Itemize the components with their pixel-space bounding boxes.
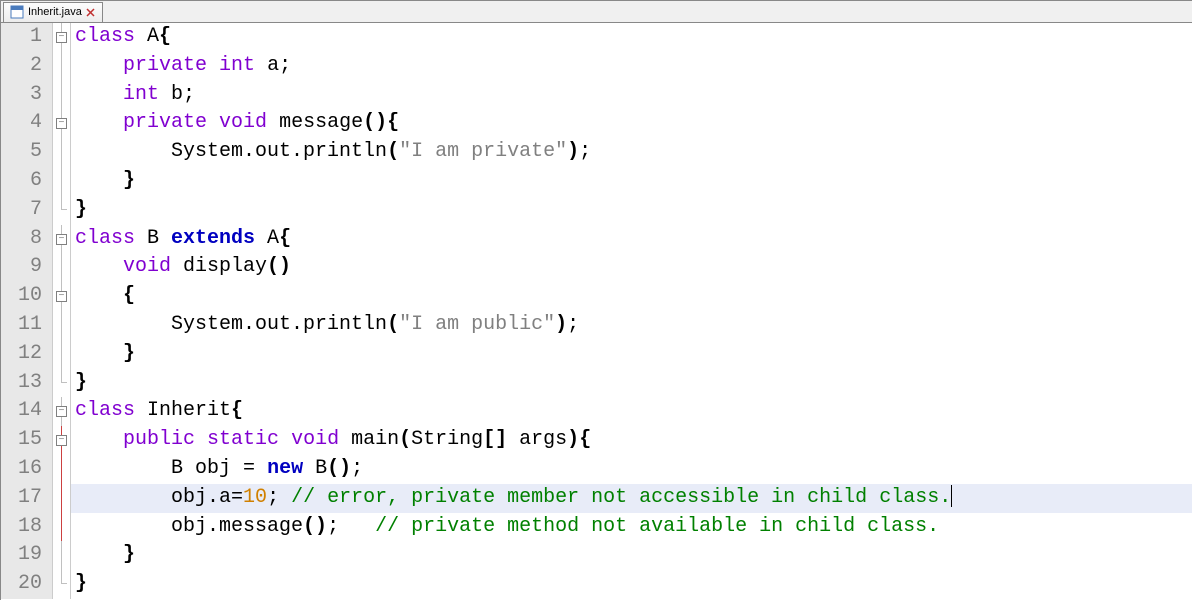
line-number: 9 [1,253,53,282]
code-line: 2 private int a; [1,52,1192,81]
line-number: 10 [1,282,53,311]
fold-gutter [53,340,71,369]
line-number: 11 [1,311,53,340]
line-number: 13 [1,369,53,398]
code-line: 11 System.out.println("I am public"); [1,311,1192,340]
code-line: 14 − class Inherit{ [1,397,1192,426]
fold-minus-icon[interactable]: − [56,291,67,302]
fold-gutter [53,311,71,340]
code-text[interactable]: } [71,340,1192,369]
close-icon[interactable] [86,7,96,17]
code-text[interactable]: void display() [71,253,1192,282]
code-text[interactable]: System.out.println("I am private"); [71,138,1192,167]
code-text[interactable]: private void message(){ [71,109,1192,138]
code-line: 10 − { [1,282,1192,311]
tab-bar: Inherit.java [1,1,1192,23]
line-number: 16 [1,455,53,484]
line-number: 15 [1,426,53,455]
fold-minus-icon[interactable]: − [56,32,67,43]
tab-inherit-java[interactable]: Inherit.java [3,2,103,22]
line-number: 6 [1,167,53,196]
fold-minus-icon[interactable]: − [56,406,67,417]
code-line: 1 − class A{ [1,23,1192,52]
code-text[interactable]: } [71,369,1192,398]
line-number: 5 [1,138,53,167]
code-text[interactable]: private int a; [71,52,1192,81]
code-text[interactable]: public static void main(String[] args){ [71,426,1192,455]
line-number: 19 [1,541,53,570]
fold-gutter [53,369,71,398]
code-line: 16 B obj = new B(); [1,455,1192,484]
fold-gutter [53,541,71,570]
line-number: 8 [1,225,53,254]
code-line: 9 void display() [1,253,1192,282]
code-text[interactable]: } [71,541,1192,570]
code-line: 8 − class B extends A{ [1,225,1192,254]
code-line: 17 obj.a=10; // error, private member no… [1,484,1192,513]
fold-gutter[interactable]: − [53,225,71,254]
fold-gutter[interactable]: − [53,109,71,138]
code-line: 3 int b; [1,81,1192,110]
fold-gutter [53,513,71,542]
code-text[interactable]: class Inherit{ [71,397,1192,426]
fold-gutter[interactable]: − [53,282,71,311]
tab-label: Inherit.java [28,6,82,18]
fold-gutter [53,253,71,282]
java-file-icon [10,5,24,19]
text-caret [951,485,952,507]
line-number: 1 [1,23,53,52]
code-line: 13 } [1,369,1192,398]
line-number: 18 [1,513,53,542]
code-text[interactable]: } [71,196,1192,225]
code-line: 5 System.out.println("I am private"); [1,138,1192,167]
line-number: 4 [1,109,53,138]
fold-gutter[interactable]: − [53,397,71,426]
line-number: 7 [1,196,53,225]
code-text[interactable]: int b; [71,81,1192,110]
line-number: 12 [1,340,53,369]
code-text-current-line[interactable]: obj.a=10; // error, private member not a… [71,484,1192,513]
code-text[interactable]: System.out.println("I am public"); [71,311,1192,340]
fold-gutter[interactable]: − [53,23,71,52]
code-text[interactable]: class A{ [71,23,1192,52]
code-line: 12 } [1,340,1192,369]
code-line: 4 − private void message(){ [1,109,1192,138]
line-number: 2 [1,52,53,81]
fold-gutter [53,167,71,196]
code-line: 18 obj.message(); // private method not … [1,513,1192,542]
code-text[interactable]: } [71,167,1192,196]
line-number: 3 [1,81,53,110]
fold-gutter [53,484,71,513]
line-number: 17 [1,484,53,513]
line-number: 14 [1,397,53,426]
line-number: 20 [1,570,53,599]
code-text[interactable]: obj.message(); // private method not ava… [71,513,1192,542]
code-text[interactable]: B obj = new B(); [71,455,1192,484]
code-line: 6 } [1,167,1192,196]
fold-gutter [53,570,71,599]
code-line: 15 − public static void main(String[] ar… [1,426,1192,455]
code-line: 19 } [1,541,1192,570]
code-editor[interactable]: 1 − class A{ 2 private int a; 3 int b; 4… [1,23,1192,599]
fold-gutter[interactable]: − [53,426,71,455]
code-text[interactable]: } [71,570,1192,599]
fold-gutter [53,81,71,110]
fold-gutter [53,455,71,484]
fold-gutter [53,52,71,81]
code-text[interactable]: class B extends A{ [71,225,1192,254]
fold-minus-icon[interactable]: − [56,234,67,245]
fold-minus-icon[interactable]: − [56,435,67,446]
fold-gutter [53,196,71,225]
fold-gutter [53,138,71,167]
code-line: 20 } [1,570,1192,599]
code-line: 7 } [1,196,1192,225]
fold-minus-icon[interactable]: − [56,118,67,129]
code-text[interactable]: { [71,282,1192,311]
